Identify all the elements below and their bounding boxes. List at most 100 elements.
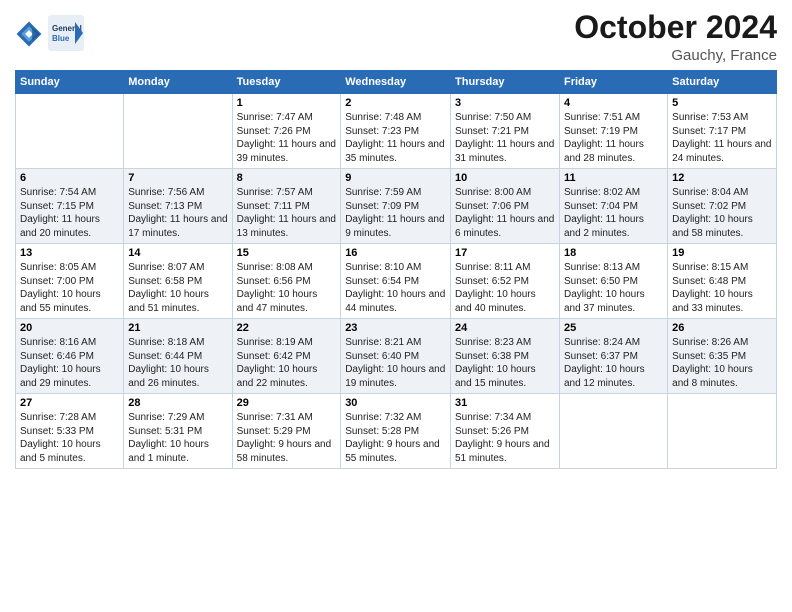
weekday-header-tuesday: Tuesday (232, 71, 341, 94)
calendar-cell: 28 Sunrise: 7:29 AMSunset: 5:31 PMDayligh… (124, 394, 232, 469)
day-number: 28 (128, 397, 227, 409)
day-info: Sunrise: 7:50 AMSunset: 7:21 PMDaylight:… (455, 111, 555, 165)
day-number: 7 (128, 172, 227, 184)
calendar-cell: 30Sunrise: 7:32 AMSunset: 5:28 PMDayligh… (341, 394, 451, 469)
day-info: Sunrise: 7:53 AMSunset: 7:17 PMDaylight:… (672, 111, 772, 165)
header: General Blue October 2024 Gauchy, France (15, 10, 777, 64)
location-title: Gauchy, France (574, 47, 777, 64)
calendar-cell: 6 Sunrise: 7:54 AMSunset: 7:15 PMDaylight… (16, 169, 124, 244)
day-info: Sunrise: 8:19 AMSunset: 6:42 PMDaylight:… (237, 336, 337, 390)
calendar-cell: 17 Sunrise: 8:11 AMSunset: 6:52 PMDayligh… (451, 244, 560, 319)
generalblue-logo-graphic: General Blue (47, 14, 85, 52)
day-number: 10 (455, 172, 555, 184)
day-number: 23 (345, 322, 446, 334)
calendar-cell: 26Sunrise: 8:26 AMSunset: 6:35 PMDayligh… (668, 319, 777, 394)
calendar-cell (16, 94, 124, 169)
day-info: Sunrise: 7:51 AMSunset: 7:19 PMDaylight:… (564, 111, 663, 165)
day-info: Sunrise: 7:29 AMSunset: 5:31 PMDaylight:… (128, 411, 227, 465)
day-info: Sunrise: 8:11 AMSunset: 6:52 PMDaylight:… (455, 261, 555, 315)
day-number: 1 (237, 97, 337, 109)
day-info: Sunrise: 8:26 AMSunset: 6:35 PMDaylight:… (672, 336, 772, 390)
week-row-3: 13 Sunrise: 8:05 AMSunset: 7:00 PMDayligh… (16, 244, 777, 319)
calendar-cell: 8Sunrise: 7:57 AMSunset: 7:11 PMDaylight… (232, 169, 341, 244)
calendar-cell (559, 394, 667, 469)
calendar-cell: 24Sunrise: 8:23 AMSunset: 6:38 PMDayligh… (451, 319, 560, 394)
day-info: Sunrise: 8:10 AMSunset: 6:54 PMDaylight:… (345, 261, 446, 315)
day-number: 19 (672, 247, 772, 259)
month-title: October 2024 (574, 10, 777, 45)
calendar-cell: 11Sunrise: 8:02 AMSunset: 7:04 PMDayligh… (559, 169, 667, 244)
day-number: 15 (237, 247, 337, 259)
calendar-cell: 4Sunrise: 7:51 AMSunset: 7:19 PMDaylight… (559, 94, 667, 169)
day-info: Sunrise: 8:13 AMSunset: 6:50 PMDaylight:… (564, 261, 663, 315)
weekday-header-thursday: Thursday (451, 71, 560, 94)
calendar-cell: 31 Sunrise: 7:34 AMSunset: 5:26 PMDayligh… (451, 394, 560, 469)
calendar-cell: 5 Sunrise: 7:53 AMSunset: 7:17 PMDaylight… (668, 94, 777, 169)
day-number: 20 (20, 322, 119, 334)
calendar-page: General Blue October 2024 Gauchy, France… (0, 0, 792, 612)
weekday-header-friday: Friday (559, 71, 667, 94)
day-number: 22 (237, 322, 337, 334)
calendar-cell: 1 Sunrise: 7:47 AMSunset: 7:26 PMDaylight… (232, 94, 341, 169)
day-info: Sunrise: 8:21 AMSunset: 6:40 PMDaylight:… (345, 336, 446, 390)
week-row-4: 20 Sunrise: 8:16 AMSunset: 6:46 PMDayligh… (16, 319, 777, 394)
day-info: Sunrise: 8:16 AMSunset: 6:46 PMDaylight:… (20, 336, 119, 390)
calendar-cell: 13 Sunrise: 8:05 AMSunset: 7:00 PMDayligh… (16, 244, 124, 319)
day-info: Sunrise: 8:07 AMSunset: 6:58 PMDaylight:… (128, 261, 227, 315)
week-row-2: 6 Sunrise: 7:54 AMSunset: 7:15 PMDaylight… (16, 169, 777, 244)
day-number: 21 (128, 322, 227, 334)
calendar-cell: 27Sunrise: 7:28 AMSunset: 5:33 PMDayligh… (16, 394, 124, 469)
day-number: 29 (237, 397, 337, 409)
weekday-header-row: SundayMondayTuesdayWednesdayThursdayFrid… (16, 71, 777, 94)
calendar-cell: 23 Sunrise: 8:21 AMSunset: 6:40 PMDayligh… (341, 319, 451, 394)
weekday-header-saturday: Saturday (668, 71, 777, 94)
day-number: 25 (564, 322, 663, 334)
svg-text:Blue: Blue (52, 34, 70, 43)
day-info: Sunrise: 7:56 AMSunset: 7:13 PMDaylight:… (128, 186, 227, 240)
day-info: Sunrise: 8:15 AMSunset: 6:48 PMDaylight:… (672, 261, 772, 315)
weekday-header-wednesday: Wednesday (341, 71, 451, 94)
calendar-cell: 12 Sunrise: 8:04 AMSunset: 7:02 PMDayligh… (668, 169, 777, 244)
calendar-cell: 16Sunrise: 8:10 AMSunset: 6:54 PMDayligh… (341, 244, 451, 319)
day-number: 3 (455, 97, 555, 109)
calendar-cell (668, 394, 777, 469)
day-number: 18 (564, 247, 663, 259)
calendar-cell (124, 94, 232, 169)
day-info: Sunrise: 7:59 AMSunset: 7:09 PMDaylight:… (345, 186, 446, 240)
calendar-cell: 9Sunrise: 7:59 AMSunset: 7:09 PMDaylight… (341, 169, 451, 244)
day-info: Sunrise: 8:02 AMSunset: 7:04 PMDaylight:… (564, 186, 663, 240)
logo: General Blue (15, 14, 85, 52)
week-row-5: 27Sunrise: 7:28 AMSunset: 5:33 PMDayligh… (16, 394, 777, 469)
day-info: Sunrise: 7:47 AMSunset: 7:26 PMDaylight:… (237, 111, 337, 165)
day-info: Sunrise: 8:24 AMSunset: 6:37 PMDaylight:… (564, 336, 663, 390)
day-number: 6 (20, 172, 119, 184)
day-info: Sunrise: 7:54 AMSunset: 7:15 PMDaylight:… (20, 186, 119, 240)
calendar-cell: 20 Sunrise: 8:16 AMSunset: 6:46 PMDayligh… (16, 319, 124, 394)
day-number: 14 (128, 247, 227, 259)
day-info: Sunrise: 7:34 AMSunset: 5:26 PMDaylight:… (455, 411, 555, 465)
calendar-cell: 29 Sunrise: 7:31 AMSunset: 5:29 PMDayligh… (232, 394, 341, 469)
day-info: Sunrise: 8:00 AMSunset: 7:06 PMDaylight:… (455, 186, 555, 240)
calendar-cell: 19 Sunrise: 8:15 AMSunset: 6:48 PMDayligh… (668, 244, 777, 319)
day-number: 12 (672, 172, 772, 184)
day-number: 31 (455, 397, 555, 409)
day-info: Sunrise: 8:05 AMSunset: 7:00 PMDaylight:… (20, 261, 119, 315)
day-number: 13 (20, 247, 119, 259)
day-number: 17 (455, 247, 555, 259)
day-info: Sunrise: 8:08 AMSunset: 6:56 PMDaylight:… (237, 261, 337, 315)
logo-icon (15, 20, 43, 48)
day-number: 8 (237, 172, 337, 184)
day-info: Sunrise: 7:31 AMSunset: 5:29 PMDaylight:… (237, 411, 337, 465)
calendar-table: SundayMondayTuesdayWednesdayThursdayFrid… (15, 70, 777, 469)
week-row-1: 1 Sunrise: 7:47 AMSunset: 7:26 PMDaylight… (16, 94, 777, 169)
calendar-cell: 15 Sunrise: 8:08 AMSunset: 6:56 PMDayligh… (232, 244, 341, 319)
day-info: Sunrise: 7:28 AMSunset: 5:33 PMDaylight:… (20, 411, 119, 465)
title-block: October 2024 Gauchy, France (574, 10, 777, 64)
calendar-cell: 21Sunrise: 8:18 AMSunset: 6:44 PMDayligh… (124, 319, 232, 394)
day-info: Sunrise: 8:04 AMSunset: 7:02 PMDaylight:… (672, 186, 772, 240)
weekday-header-sunday: Sunday (16, 71, 124, 94)
calendar-cell: 25 Sunrise: 8:24 AMSunset: 6:37 PMDayligh… (559, 319, 667, 394)
day-number: 5 (672, 97, 772, 109)
day-info: Sunrise: 8:23 AMSunset: 6:38 PMDaylight:… (455, 336, 555, 390)
calendar-cell: 2Sunrise: 7:48 AMSunset: 7:23 PMDaylight… (341, 94, 451, 169)
